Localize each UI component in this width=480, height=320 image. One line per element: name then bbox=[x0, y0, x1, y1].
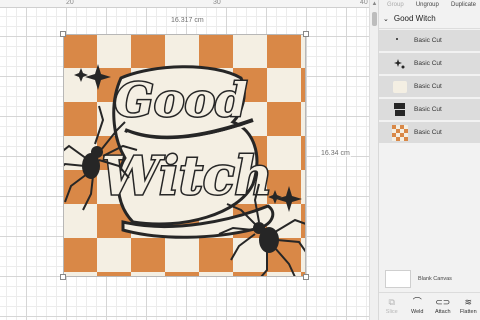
checker-pattern-icon bbox=[392, 124, 408, 141]
layers-panel: Group Ungroup Duplicate ⌄ Good Witch Bas… bbox=[378, 0, 480, 320]
attach-label: Attach bbox=[434, 309, 451, 315]
good-text: Good bbox=[115, 73, 248, 127]
layer-item[interactable]: Basic Cut bbox=[379, 30, 480, 52]
height-dimension-label: 16.34 cm bbox=[320, 150, 351, 157]
black-text-icon bbox=[392, 102, 408, 118]
slice-button[interactable]: ⧉ Slice bbox=[381, 296, 403, 320]
layer-item[interactable]: Basic Cut bbox=[379, 53, 480, 75]
chevron-down-icon[interactable]: ⌄ bbox=[383, 15, 389, 23]
scroll-thumb[interactable] bbox=[372, 12, 377, 26]
ruler-mark: 30 bbox=[213, 0, 221, 6]
resize-handle-bottom-right[interactable] bbox=[303, 274, 309, 280]
layer-actions-bar: ⧉ Slice ⌒ Weld ⊂⊃ Attach ≋ Flatten bbox=[379, 292, 480, 320]
flatten-button[interactable]: ≋ Flatten bbox=[457, 296, 479, 320]
design-canvas[interactable]: 20 30 40 16.317 cm 16.34 cm Good Witch bbox=[0, 0, 372, 320]
design-artwork: Good Witch bbox=[63, 34, 306, 277]
sparkle-shape-icon bbox=[392, 56, 408, 72]
design-space-app: 20 30 40 16.317 cm 16.34 cm Good Witch ▲… bbox=[0, 0, 480, 320]
ruler-mark: 20 bbox=[66, 0, 74, 6]
layer-item[interactable]: Basic Cut bbox=[379, 99, 480, 121]
good-witch-design[interactable]: Good Witch bbox=[63, 34, 306, 277]
weld-label: Weld bbox=[411, 309, 424, 315]
resize-handle-top-right[interactable] bbox=[303, 31, 309, 37]
top-ruler: 20 30 40 bbox=[0, 0, 372, 8]
attach-button[interactable]: ⊂⊃ Attach bbox=[432, 296, 454, 320]
ruler-mark: 40 bbox=[360, 0, 368, 6]
flatten-label: Flatten bbox=[459, 309, 477, 315]
layer-group-good-witch[interactable]: ⌄ Good Witch bbox=[379, 9, 480, 29]
resize-handle-bottom-left[interactable] bbox=[60, 274, 66, 280]
small-spider-icon bbox=[392, 33, 408, 49]
blank-canvas-label: Blank Canvas bbox=[418, 276, 452, 282]
weld-icon: ⌒ bbox=[412, 297, 422, 307]
group-button[interactable]: Group bbox=[387, 2, 404, 8]
resize-handle-top-left[interactable] bbox=[60, 31, 66, 37]
layer-label: Basic Cut bbox=[414, 129, 442, 136]
blank-canvas-layer[interactable]: Blank Canvas bbox=[385, 270, 452, 288]
slice-label: Slice bbox=[385, 309, 398, 315]
blank-canvas-swatch bbox=[385, 270, 411, 288]
layer-label: Basic Cut bbox=[414, 37, 442, 44]
flatten-icon: ≋ bbox=[464, 297, 473, 307]
cream-text-icon bbox=[392, 79, 408, 95]
group-title: Good Witch bbox=[393, 14, 436, 23]
duplicate-button[interactable]: Duplicate bbox=[451, 2, 476, 8]
layer-label: Basic Cut bbox=[414, 106, 442, 113]
layer-item[interactable]: Basic Cut bbox=[379, 76, 480, 98]
layers-toolbar: Group Ungroup Duplicate bbox=[379, 0, 480, 9]
width-dimension-label: 16.317 cm bbox=[170, 17, 205, 24]
attach-icon: ⊂⊃ bbox=[435, 297, 451, 307]
layer-item[interactable]: Basic Cut bbox=[379, 122, 480, 144]
layer-label: Basic Cut bbox=[414, 83, 442, 90]
slice-icon: ⧉ bbox=[388, 297, 395, 307]
ungroup-button[interactable]: Ungroup bbox=[416, 2, 439, 8]
vertical-scrollbar[interactable]: ▲ bbox=[369, 0, 378, 320]
layer-label: Basic Cut bbox=[414, 60, 442, 67]
weld-button[interactable]: ⌒ Weld bbox=[406, 296, 428, 320]
